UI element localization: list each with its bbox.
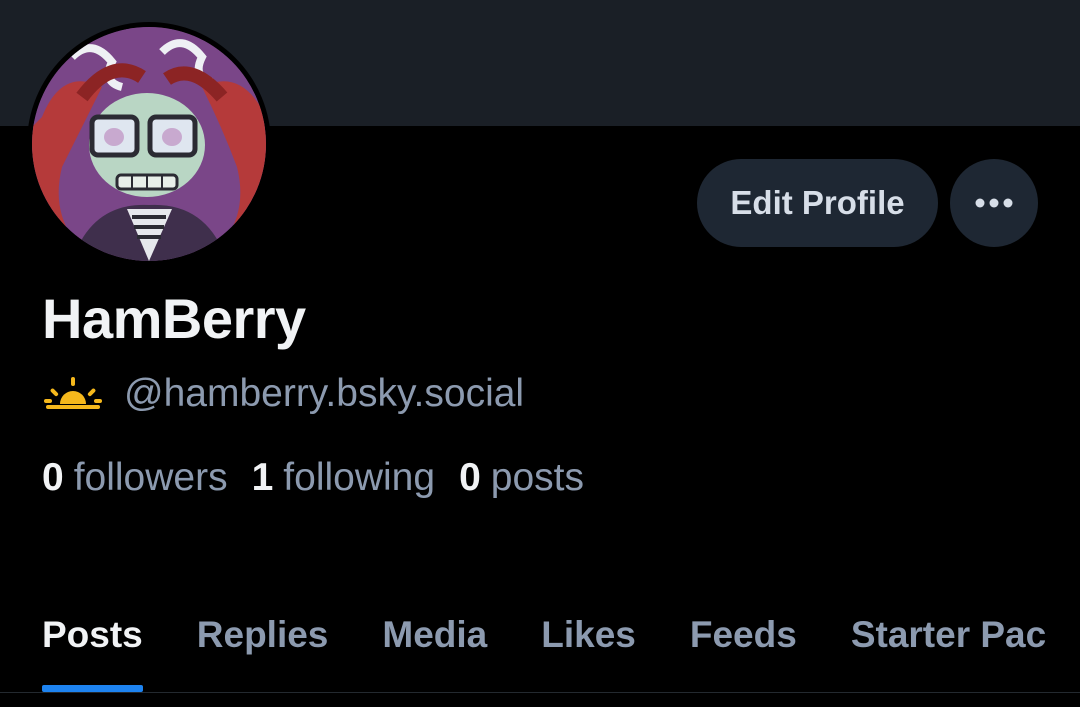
- edit-profile-button[interactable]: Edit Profile: [697, 159, 938, 247]
- posts-label: posts: [490, 456, 584, 499]
- active-tab-indicator: [42, 685, 143, 692]
- profile-stats: 0 followers 1 following 0 posts: [42, 456, 584, 500]
- more-horizontal-icon: [975, 198, 1013, 208]
- followers-stat[interactable]: 0 followers: [42, 456, 228, 500]
- profile-tabs: Posts Replies Media Likes Feeds Starter …: [0, 596, 1080, 692]
- tab-feeds[interactable]: Feeds: [663, 596, 824, 692]
- sunrise-icon: [44, 377, 102, 409]
- tab-label: Replies: [196, 614, 329, 655]
- followers-label: followers: [73, 456, 228, 499]
- tab-label: Posts: [42, 614, 143, 655]
- tab-replies[interactable]: Replies: [170, 596, 356, 692]
- tabs-divider: [0, 692, 1080, 693]
- tab-label: Starter Pac: [850, 614, 1047, 655]
- tab-starter-packs[interactable]: Starter Pac: [824, 596, 1073, 692]
- following-count: 1: [251, 456, 274, 499]
- posts-count: 0: [459, 456, 481, 499]
- tab-posts[interactable]: Posts: [0, 596, 170, 692]
- following-label: following: [283, 456, 436, 499]
- following-stat[interactable]: 1 following: [252, 456, 435, 500]
- followers-count: 0: [42, 456, 64, 499]
- profile-actions: Edit Profile: [697, 159, 1038, 247]
- handle-row: @hamberry.bsky.social: [44, 372, 524, 416]
- display-name: HamBerry: [42, 287, 306, 350]
- tab-label: Likes: [541, 614, 636, 655]
- tab-likes[interactable]: Likes: [514, 596, 663, 692]
- posts-stat: 0 posts: [459, 456, 584, 500]
- profile-page: Edit Profile HamBerry @hamberry.bsky.soc…: [0, 0, 1080, 707]
- tab-media[interactable]: Media: [355, 596, 514, 692]
- profile-handle[interactable]: @hamberry.bsky.social: [124, 372, 524, 416]
- tab-label: Media: [382, 614, 488, 655]
- avatar-image: [32, 27, 266, 261]
- avatar[interactable]: [27, 22, 271, 266]
- tab-label: Feeds: [689, 614, 797, 655]
- more-options-button[interactable]: [950, 159, 1038, 247]
